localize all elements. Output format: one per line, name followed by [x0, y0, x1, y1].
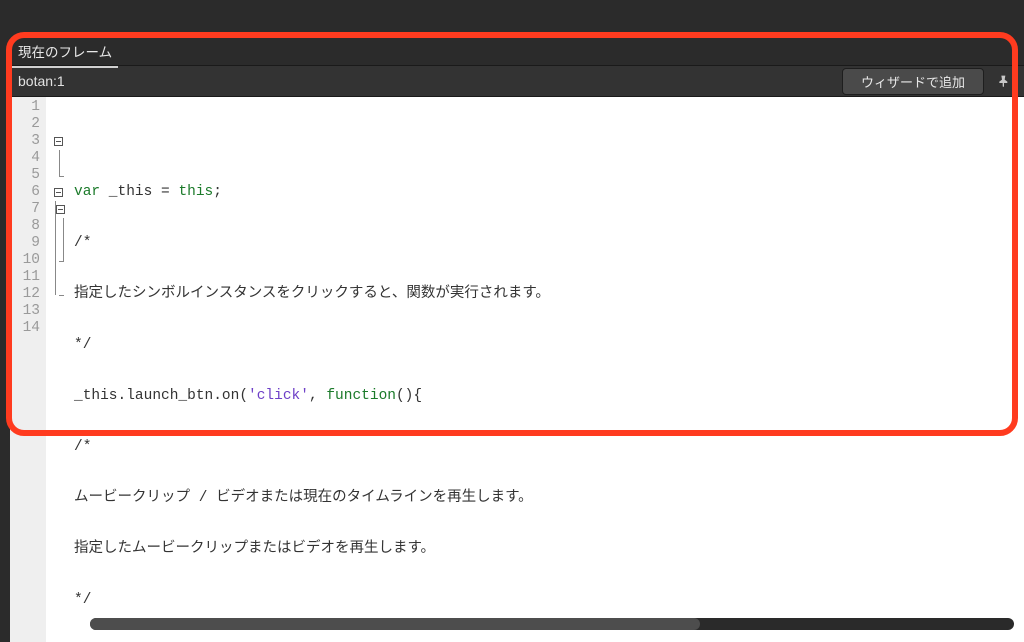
line-number: 11 — [10, 269, 40, 286]
toolbar: botan:1 ウィザードで追加 — [10, 65, 1024, 97]
line-number: 1 — [10, 99, 40, 116]
line-number: 5 — [10, 167, 40, 184]
code-line[interactable]: */ — [74, 337, 1018, 354]
wizard-add-button[interactable]: ウィザードで追加 — [842, 68, 984, 95]
panel-title: 現在のフレーム — [18, 41, 112, 61]
code-line[interactable]: _this.launch_btn.on('click', function(){ — [74, 388, 1018, 405]
line-number: 4 — [10, 150, 40, 167]
code-line[interactable]: */ — [74, 592, 1018, 609]
code-line[interactable]: 指定したシンボルインスタンスをクリックすると、関数が実行されます。 — [74, 286, 1018, 303]
panel-title-row: 現在のフレーム — [10, 37, 1024, 65]
fold-toggle-icon[interactable] — [54, 188, 63, 197]
line-number: 13 — [10, 303, 40, 320]
pin-icon[interactable] — [992, 73, 1016, 89]
scrollbar-thumb[interactable] — [90, 618, 700, 630]
code-line[interactable] — [74, 133, 1018, 150]
line-number: 3 — [10, 133, 40, 150]
code-area[interactable]: var _this = this; /* 指定したシンボルインスタンスをクリック… — [72, 97, 1024, 642]
code-line[interactable]: /* — [74, 235, 1018, 252]
code-line[interactable]: ムービークリップ / ビデオまたは現在のタイムラインを再生します。 — [74, 490, 1018, 507]
line-number: 6 — [10, 184, 40, 201]
code-line[interactable]: /* — [74, 439, 1018, 456]
line-number-gutter: 1 2 3 4 5 6 7 8 9 10 11 12 13 14 — [10, 97, 46, 642]
code-line[interactable]: var _this = this; — [74, 184, 1018, 201]
line-number: 14 — [10, 320, 40, 337]
line-number: 9 — [10, 235, 40, 252]
fold-toggle-icon[interactable] — [56, 205, 65, 214]
horizontal-scrollbar[interactable] — [90, 618, 1014, 630]
line-number: 2 — [10, 116, 40, 133]
file-label: botan:1 — [18, 73, 834, 89]
fold-column — [46, 97, 72, 642]
line-number: 10 — [10, 252, 40, 269]
line-number: 7 — [10, 201, 40, 218]
code-line[interactable]: 指定したムービークリップまたはビデオを再生します。 — [74, 541, 1018, 558]
fold-toggle-icon[interactable] — [54, 137, 63, 146]
actions-panel: 現在のフレーム botan:1 ウィザードで追加 1 2 3 4 5 6 7 8… — [10, 37, 1024, 642]
code-editor[interactable]: 1 2 3 4 5 6 7 8 9 10 11 12 13 14 — [10, 97, 1024, 642]
line-number: 8 — [10, 218, 40, 235]
line-number: 12 — [10, 286, 40, 303]
